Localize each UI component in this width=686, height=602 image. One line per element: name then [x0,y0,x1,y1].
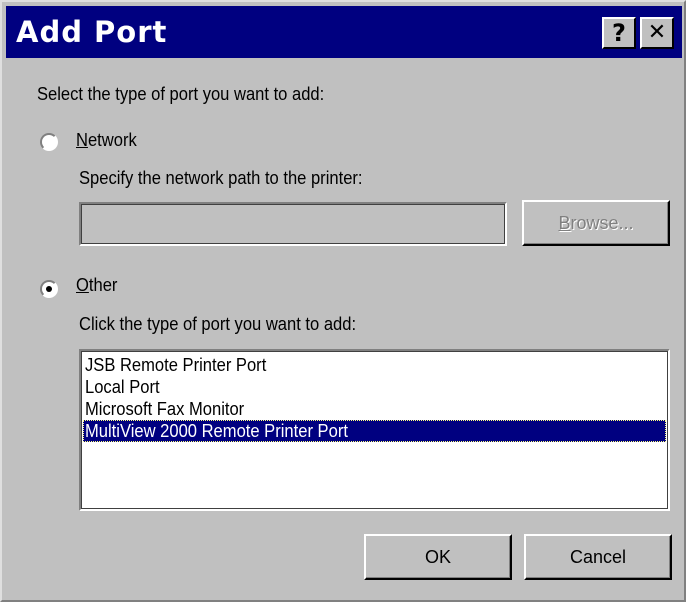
other-radio[interactable] [40,280,58,298]
network-label-rest: etwork [87,130,137,150]
list-item[interactable]: Microsoft Fax Monitor [83,398,666,420]
browse-button[interactable]: Browse... [522,200,670,246]
network-path-label: Specify the network path to the printer: [79,168,363,188]
ok-button[interactable]: OK [364,534,512,580]
close-button[interactable]: ✕ [640,17,674,49]
list-item-selected[interactable]: MultiView 2000 Remote Printer Port [83,420,666,442]
help-button[interactable]: ? [602,17,636,49]
network-path-input[interactable] [79,202,507,246]
other-mnemonic: O [76,275,89,295]
list-item[interactable]: Local Port [83,376,666,398]
title-bar[interactable]: Add Port ? ✕ [6,6,682,58]
add-port-dialog: Add Port ? ✕ Select the type of port you… [0,0,686,602]
port-type-label: Click the type of port you want to add: [79,314,357,334]
list-item[interactable]: JSB Remote Printer Port [83,354,666,376]
instruction-text: Select the type of port you want to add: [37,84,325,104]
question-mark-icon: ? [612,19,626,47]
other-label-rest: ther [88,275,118,295]
window-title: Add Port [16,15,168,49]
port-type-list[interactable]: JSB Remote Printer Port Local Port Micro… [79,349,670,511]
browse-label: Browse... [558,212,634,233]
radio-dot [46,286,52,292]
network-radio-label[interactable]: Network [76,130,137,151]
network-radio[interactable] [40,133,58,151]
other-radio-label[interactable]: Other [76,275,117,296]
network-mnemonic: N [76,130,88,150]
cancel-button[interactable]: Cancel [524,534,672,580]
close-icon: ✕ [647,20,667,45]
